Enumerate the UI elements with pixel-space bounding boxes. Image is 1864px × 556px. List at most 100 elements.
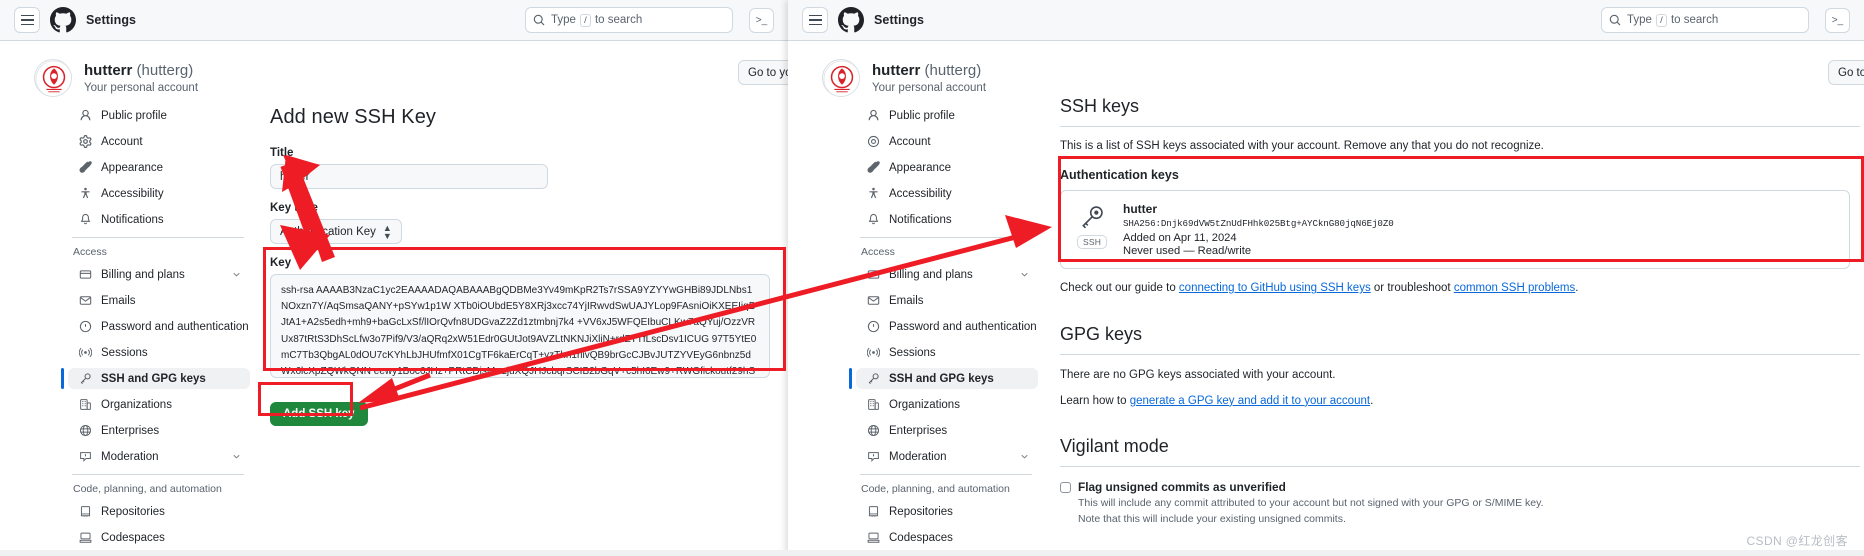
chevron-down-icon[interactable] [1019, 269, 1030, 280]
sidebar-item-repositories[interactable]: Repositories [68, 501, 250, 522]
sidebar-item-label: Repositories [889, 505, 953, 518]
flag-unsigned-commits-row[interactable]: Flag unsigned commits as unverified This… [1060, 480, 1860, 528]
add-ssh-key-button[interactable]: Add SSH key [270, 402, 368, 426]
sidebar-item-appearance[interactable]: Appearance [856, 157, 1038, 178]
sidebar-item-public-profile[interactable]: Public profile [856, 105, 1038, 126]
add-ssh-key-form: Add new SSH Key Title hutter Key type Au… [270, 106, 770, 426]
sidebar-item-accessibility[interactable]: Accessibility [68, 183, 250, 204]
flag-unsigned-commits-checkbox[interactable] [1060, 482, 1071, 493]
left-account-row: hutterr (hutterg) Your personal account [0, 41, 788, 97]
avatar[interactable] [822, 59, 860, 97]
generate-gpg-key-link[interactable]: generate a GPG key and add it to your ac… [1130, 395, 1370, 407]
hamburger-icon[interactable] [14, 7, 40, 33]
sidebar-item-moderation[interactable]: Moderation [68, 446, 250, 467]
flag-unsigned-commits-desc-2: Note that this will include your existin… [1078, 512, 1346, 525]
sidebar-item-sessions[interactable]: Sessions [68, 342, 250, 363]
right-browser-window: Settings Type / to search >_ hutterr (hu… [788, 0, 1864, 556]
account-subtitle: Your personal account [872, 81, 987, 94]
sidebar-item-enterprises[interactable]: Enterprises [68, 420, 250, 441]
sidebar-item-label: Accessibility [101, 187, 164, 200]
sidebar-item-moderation[interactable]: Moderation [856, 446, 1038, 467]
gpg-keys-section: GPG keys There are no GPG keys associate… [1060, 324, 1860, 411]
ssh-gpg-keys-page: SSH keys This is a list of SSH keys asso… [1060, 96, 1860, 528]
github-logo-icon[interactable] [50, 7, 76, 33]
key-usage: Never used — Read/write [1123, 245, 1252, 258]
sidebar-item-public-profile[interactable]: Public profile [68, 105, 250, 126]
title-input[interactable]: hutter [270, 164, 548, 189]
accessibility-icon [78, 187, 92, 201]
sidebar-item-ssh-and-gpg-keys[interactable]: SSH and GPG keys [849, 368, 1038, 389]
sidebar-item-account[interactable]: Account [68, 131, 250, 152]
chevron-down-icon[interactable] [231, 451, 242, 462]
learn-post: . [1370, 394, 1374, 407]
sidebar-item-sessions[interactable]: Sessions [856, 342, 1038, 363]
chevron-updown-icon: ▲ ▼ [382, 222, 392, 241]
sidebar-item-label: Notifications [889, 213, 952, 226]
go-to-your-button[interactable]: Go to your [738, 60, 788, 85]
sidebar-item-appearance[interactable]: Appearance [68, 157, 250, 178]
avatar[interactable] [34, 59, 72, 97]
sidebar-item-label: Emails [889, 294, 924, 307]
sidebar-item-repositories[interactable]: Repositories [856, 501, 1038, 522]
ssh-troubleshoot-link[interactable]: common SSH problems [1454, 282, 1575, 294]
search-placeholder: Type / to search [1627, 14, 1719, 27]
ssh-guide-link[interactable]: connecting to GitHub using SSH keys [1179, 282, 1371, 294]
person-icon [78, 109, 92, 123]
key-icon [78, 372, 92, 386]
sidebar-item-label: Appearance [889, 161, 952, 174]
chevron-down-icon[interactable] [1019, 451, 1030, 462]
terminal-icon[interactable]: >_ [749, 7, 774, 33]
sidebar-item-label: Organizations [101, 398, 172, 411]
key-type-select[interactable]: Authentication Key ▲ ▼ [270, 219, 402, 244]
title-label: Title [270, 147, 294, 159]
sidebar-item-billing-and-plans[interactable]: Billing and plans [68, 264, 250, 285]
key-textarea[interactable]: ssh-rsa AAAAB3NzaC1yc2EAAAADAQABAAABgQDB… [270, 274, 770, 378]
vigilant-mode-heading: Vigilant mode [1060, 436, 1169, 456]
sidebar-item-organizations[interactable]: Organizations [856, 394, 1038, 415]
sidebar-item-codespaces[interactable]: Codespaces [68, 527, 250, 548]
sidebar-item-billing-and-plans[interactable]: Billing and plans [856, 264, 1038, 285]
sidebar-item-password-and-authentication[interactable]: Password and authentication [856, 316, 1038, 337]
key-icon [866, 372, 880, 386]
sidebar-item-label: Repositories [101, 505, 165, 518]
key-type-value: Authentication Key [280, 225, 376, 238]
gpg-empty-text: There are no GPG keys associated with yo… [1060, 368, 1336, 381]
search-input[interactable]: Type / to search [525, 7, 733, 33]
ssh-keys-section: SSH keys This is a list of SSH keys asso… [1060, 96, 1860, 298]
sidebar-item-emails[interactable]: Emails [856, 290, 1038, 311]
sidebar-item-notifications[interactable]: Notifications [856, 209, 1038, 230]
key-icon-column: SSH [1075, 202, 1109, 257]
sidebar-item-enterprises[interactable]: Enterprises [856, 420, 1038, 441]
sidebar-item-account[interactable]: Account [856, 131, 1038, 152]
sidebar-divider [72, 474, 244, 475]
sidebar-group-top: Public profile Account Appearance Access… [68, 105, 250, 230]
account-name: hutterr (hutterg) [84, 62, 194, 80]
left-browser-window: Settings Type / to search >_ hutterr (hu… [0, 0, 788, 556]
right-account-row: hutterr (hutterg) Your personal account [788, 41, 1864, 97]
sidebar-item-ssh-and-gpg-keys[interactable]: SSH and GPG keys [61, 368, 250, 389]
chevron-down-icon[interactable] [231, 269, 242, 280]
search-input[interactable]: Type / to search [1601, 7, 1809, 33]
sidebar-item-codespaces[interactable]: Codespaces [856, 527, 1038, 548]
sidebar-item-notifications[interactable]: Notifications [68, 209, 250, 230]
key-icon [1082, 206, 1103, 229]
sidebar-item-label: Moderation [889, 450, 947, 463]
organization-icon [866, 398, 880, 412]
go-to-your-button[interactable]: Go to y [1828, 60, 1864, 85]
key-type-label: Key type [270, 202, 318, 214]
watermark: CSDN @红龙创客 [1746, 534, 1848, 548]
sidebar-item-accessibility[interactable]: Accessibility [856, 183, 1038, 204]
terminal-icon[interactable]: >_ [1825, 7, 1850, 33]
sidebar-item-organizations[interactable]: Organizations [68, 394, 250, 415]
sidebar-item-password-and-authentication[interactable]: Password and authentication [68, 316, 250, 337]
paintbrush-icon [78, 161, 92, 175]
shield-lock-icon [78, 320, 92, 334]
screenshot-root: Settings Type / to search >_ hutterr (hu… [0, 0, 1864, 556]
hamburger-icon[interactable] [802, 7, 828, 33]
sidebar-item-emails[interactable]: Emails [68, 290, 250, 311]
account-subtitle: Your personal account [84, 81, 199, 94]
github-logo-icon[interactable] [838, 7, 864, 33]
bell-icon [78, 213, 92, 227]
bottom-strip [0, 550, 1864, 556]
ssh-key-card[interactable]: SSH hutter SHA256:Dnjk69dVW5tZnUdFHhk025… [1060, 190, 1850, 270]
